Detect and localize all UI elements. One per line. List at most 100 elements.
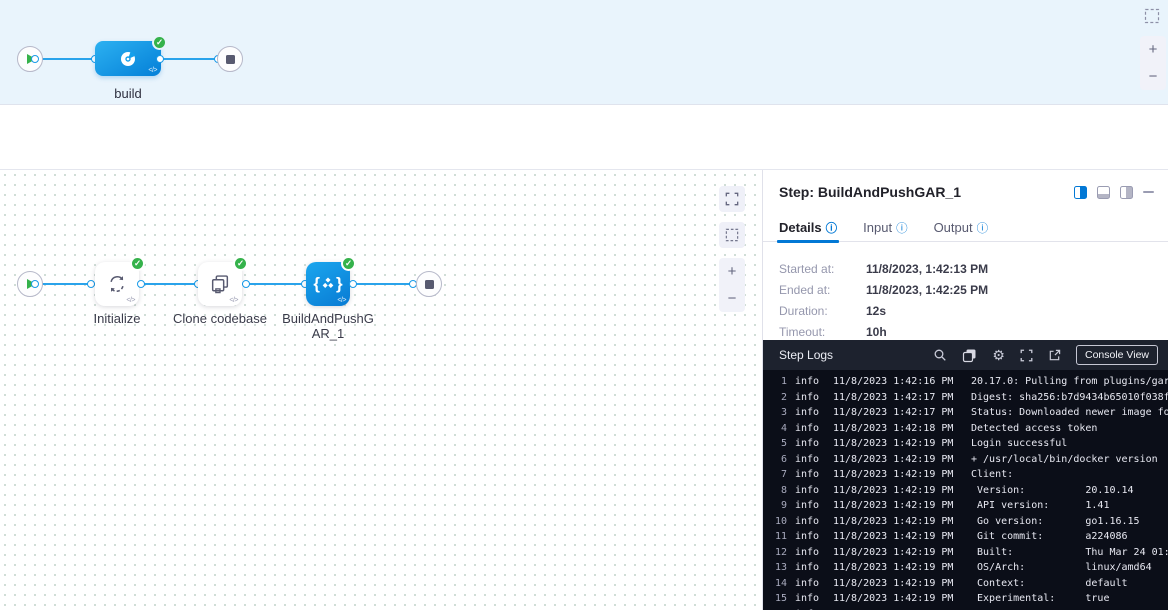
step-node-initialize[interactable]: </> ✓ <box>95 262 139 306</box>
log-line-number: 8 <box>775 483 787 499</box>
zoom-out-button[interactable]: − <box>1140 63 1166 90</box>
zoom-out-button[interactable]: − <box>719 285 745 312</box>
step-logs-body[interactable]: 1 info 11/8/2023 1:42:16 PM 20.17.0: Pul… <box>763 370 1168 610</box>
step-node-buildandpushgar[interactable]: { } </> ✓ <box>306 262 350 306</box>
log-level: info <box>795 498 819 514</box>
canvas-zoom-controls: + − <box>719 258 745 312</box>
tab-label: Output <box>934 220 973 235</box>
log-level: info <box>795 514 819 530</box>
code-corner-icon: </> <box>126 297 135 304</box>
layout-right-icon[interactable] <box>1120 186 1133 199</box>
steps-end-node[interactable] <box>416 271 442 297</box>
log-line-number: 13 <box>775 560 787 576</box>
collapse-panel-icon[interactable] <box>1143 191 1154 193</box>
stage-graph-band: </> ✓ build + − <box>0 0 1168 105</box>
log-message: Git commit: a224086 <box>971 529 1128 545</box>
log-message: + /usr/local/bin/docker version <box>971 452 1158 468</box>
log-expand-button[interactable] <box>1020 349 1033 362</box>
marquee-select-button[interactable] <box>1143 7 1161 25</box>
step-graph-canvas[interactable]: </> ✓ Initialize </> ✓ Clone codebase <box>0 170 762 610</box>
log-timestamp: 11/8/2023 1:42:19 PM <box>833 483 955 499</box>
log-timestamp: 11/8/2023 1:42:19 PM <box>833 545 955 561</box>
code-corner-icon: </> <box>337 297 346 304</box>
log-line: 16 info 11/8/2023 1:42:19 PM <box>775 607 1168 610</box>
log-level: info <box>795 390 819 406</box>
connector-port <box>156 55 164 63</box>
log-message: 20.17.0: Pulling from plugins/gar <box>971 374 1168 390</box>
log-copy-button[interactable] <box>962 348 977 363</box>
panel-title: Step: BuildAndPushGAR_1 <box>779 184 961 200</box>
marquee-select-button[interactable] <box>719 222 745 248</box>
log-settings-button[interactable]: ⚙ <box>992 348 1005 362</box>
log-timestamp: 11/8/2023 1:42:19 PM <box>833 607 955 610</box>
log-message: Client: <box>971 467 1013 483</box>
search-icon <box>933 348 947 362</box>
log-level: info <box>795 560 819 576</box>
log-line-number: 9 <box>775 498 787 514</box>
stage-node-build[interactable]: </> ✓ <box>95 41 161 76</box>
log-line: 1 info 11/8/2023 1:42:16 PM 20.17.0: Pul… <box>775 374 1168 390</box>
log-open-external-button[interactable] <box>1048 349 1061 362</box>
connector-port <box>31 55 39 63</box>
log-message: Login successful <box>971 436 1067 452</box>
layout-bottom-icon[interactable] <box>1097 186 1110 199</box>
fullscreen-button[interactable] <box>719 186 745 212</box>
log-timestamp: 11/8/2023 1:42:19 PM <box>833 467 955 483</box>
pipeline-start-node[interactable] <box>17 46 43 72</box>
step-logs-panel: Step Logs <box>763 340 1168 610</box>
log-timestamp: 11/8/2023 1:42:17 PM <box>833 390 955 406</box>
log-timestamp: 11/8/2023 1:42:17 PM <box>833 405 955 421</box>
external-link-icon <box>1048 349 1061 362</box>
fullscreen-icon <box>1020 349 1033 362</box>
step-node-clone-codebase[interactable]: </> ✓ <box>198 262 242 306</box>
log-timestamp: 11/8/2023 1:42:19 PM <box>833 436 955 452</box>
log-level: info <box>795 374 819 390</box>
detail-label: Duration: <box>779 304 866 318</box>
connector-port <box>137 280 145 288</box>
marquee-icon <box>1144 8 1160 24</box>
log-level: info <box>795 483 819 499</box>
panel-layout-controls <box>1074 186 1154 199</box>
stage-zoom-controls: + − <box>1140 36 1166 90</box>
detail-value: 11/8/2023, 1:42:13 PM <box>866 262 1152 276</box>
log-timestamp: 11/8/2023 1:42:19 PM <box>833 514 955 530</box>
pipeline-end-node[interactable] <box>217 46 243 72</box>
log-line: 2 info 11/8/2023 1:42:17 PM Digest: sha2… <box>775 390 1168 406</box>
layout-split-right-icon[interactable] <box>1074 186 1087 199</box>
info-icon: ⓘ <box>977 220 989 236</box>
tab-details[interactable]: Details ⓘ <box>779 214 837 242</box>
tab-input[interactable]: Input ⓘ <box>863 214 907 242</box>
tab-output[interactable]: Output ⓘ <box>934 214 989 242</box>
log-line-number: 7 <box>775 467 787 483</box>
console-view-button[interactable]: Console View <box>1076 345 1158 365</box>
log-line: 8 info 11/8/2023 1:42:19 PM Version: 20.… <box>775 483 1168 499</box>
log-line-number: 14 <box>775 576 787 592</box>
log-line: 14 info 11/8/2023 1:42:19 PM Context: de… <box>775 576 1168 592</box>
zoom-in-button[interactable]: + <box>1140 36 1166 63</box>
stage-label: build <box>95 86 161 101</box>
connector-port <box>31 280 39 288</box>
log-line-number: 16 <box>775 607 787 610</box>
log-level: info <box>795 436 819 452</box>
info-icon: ⓘ <box>896 220 908 236</box>
log-level: info <box>795 607 819 610</box>
ci-stage-icon <box>118 49 138 69</box>
log-line: 15 info 11/8/2023 1:42:19 PM Experimenta… <box>775 591 1168 607</box>
marquee-icon <box>725 228 739 242</box>
log-search-button[interactable] <box>933 348 947 362</box>
steps-start-node[interactable] <box>17 271 43 297</box>
tab-label: Input <box>863 220 892 235</box>
zoom-in-button[interactable]: + <box>719 258 745 285</box>
log-message: Version: 20.10.14 <box>971 483 1134 499</box>
log-line: 10 info 11/8/2023 1:42:19 PM Go version:… <box>775 514 1168 530</box>
pipeline-execution-page: </> ✓ build + − build Started at: 11/8/2… <box>0 0 1168 610</box>
code-corner-icon: </> <box>229 297 238 304</box>
log-line: 13 info 11/8/2023 1:42:19 PM OS/Arch: li… <box>775 560 1168 576</box>
fullscreen-icon <box>725 192 739 206</box>
stop-icon <box>425 280 434 289</box>
gar-icon: { } <box>313 274 342 294</box>
tab-label: Details <box>779 220 822 235</box>
log-line-number: 11 <box>775 529 787 545</box>
detail-value: 10h <box>866 325 1152 339</box>
log-timestamp: 11/8/2023 1:42:19 PM <box>833 452 955 468</box>
